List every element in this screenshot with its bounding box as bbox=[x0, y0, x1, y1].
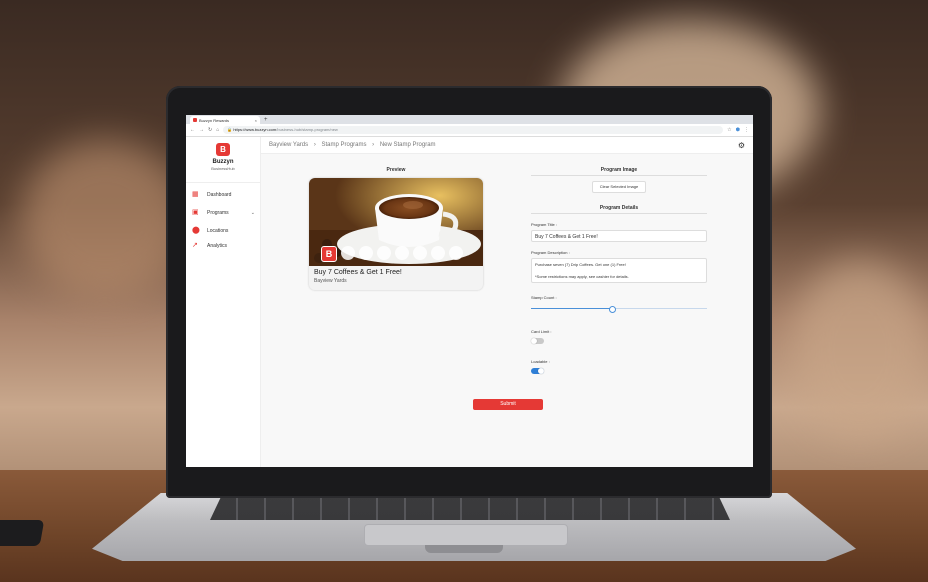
stamp-logo-icon: B bbox=[321, 246, 337, 262]
background-blur bbox=[790, 260, 928, 440]
toggle-knob bbox=[531, 338, 537, 344]
breadcrumb-bayview-yards[interactable]: Bayview Yards bbox=[269, 142, 308, 148]
stamp-slot bbox=[449, 246, 463, 260]
slider-thumb[interactable] bbox=[608, 306, 616, 313]
description-line: Purchase seven (7) Drip Coffees. Get one… bbox=[535, 262, 626, 267]
app: B Buzzyn BusinessHub ▦ Dashboard ▣ Progr… bbox=[186, 137, 753, 467]
loadable-label: Loadable : bbox=[531, 359, 550, 364]
back-icon[interactable]: ← bbox=[190, 127, 195, 133]
sidebar-item-analytics[interactable]: ↗ Analytics bbox=[186, 238, 260, 253]
keyboard bbox=[210, 498, 730, 520]
stamp-slot bbox=[341, 246, 355, 260]
bookmark-star-icon[interactable]: ☆ bbox=[727, 127, 731, 133]
divider bbox=[531, 213, 707, 214]
favicon-icon bbox=[193, 118, 197, 122]
slider-fill bbox=[531, 308, 612, 309]
url-host: https://www.buzzyn.com bbox=[233, 127, 277, 132]
extension-icon[interactable]: ⬢ bbox=[736, 127, 740, 133]
preview-section: Preview B Buy 7 Coffees & Get 1 Free! Ba… bbox=[309, 167, 483, 290]
sidebar-item-label: Locations bbox=[207, 227, 229, 234]
gear-icon[interactable]: ⚙ bbox=[738, 141, 745, 150]
program-title-input[interactable]: Buy 7 Coffees & Get 1 Free! bbox=[531, 230, 707, 242]
brand-name: Buzzyn bbox=[212, 159, 234, 165]
url-input[interactable]: 🔒 https://www.buzzyn.com/business-hub/st… bbox=[223, 126, 724, 134]
sidebar-item-locations[interactable]: ⬤ Locations bbox=[186, 223, 260, 238]
breadcrumb-new-stamp-program: New Stamp Program bbox=[379, 142, 436, 148]
program-description-input[interactable]: Purchase seven (7) Drip Coffees. Get one… bbox=[531, 258, 707, 283]
trackpad bbox=[364, 524, 568, 546]
divider bbox=[531, 175, 707, 176]
phone bbox=[0, 520, 45, 546]
card-limit-label: Card Limit : bbox=[531, 329, 552, 334]
stamp-slot bbox=[395, 246, 409, 260]
dashboard-icon: ▦ bbox=[192, 191, 199, 198]
sidebar-item-label: Dashboard bbox=[207, 191, 232, 198]
logo-icon: B bbox=[216, 143, 230, 156]
chevron-down-icon[interactable]: ⌄ bbox=[251, 210, 255, 216]
stamp-row: B bbox=[321, 246, 463, 262]
program-image-heading: Program Image bbox=[600, 167, 638, 173]
browser-menu-icon[interactable]: ⋮ bbox=[744, 127, 749, 133]
topbar: Bayview Yards › Stamp Programs › New Sta… bbox=[261, 137, 753, 154]
laptop-notch bbox=[425, 545, 503, 553]
new-tab-button[interactable]: + bbox=[264, 116, 268, 124]
program-details-heading: Program Details bbox=[599, 205, 639, 211]
stamp-slot bbox=[377, 246, 391, 260]
stamp-count-label: Stamp Count : bbox=[531, 295, 557, 300]
brand-subtitle: BusinessHub bbox=[211, 166, 235, 171]
preview-heading: Preview bbox=[386, 167, 406, 173]
stamp-count-slider[interactable] bbox=[531, 306, 707, 313]
tab-title: Buzzyn Rewards bbox=[199, 117, 230, 123]
card-info: Buy 7 Coffees & Get 1 Free! Bayview Yard… bbox=[309, 266, 483, 290]
browser-tabbar: Buzzyn Rewards × + bbox=[186, 115, 753, 124]
home-icon[interactable]: ⌂ bbox=[216, 127, 219, 133]
brand: B Buzzyn BusinessHub bbox=[186, 137, 260, 183]
analytics-chart-icon: ↗ bbox=[192, 242, 198, 249]
close-tab-icon[interactable]: × bbox=[255, 118, 257, 123]
reload-icon[interactable]: ↻ bbox=[208, 127, 212, 133]
stamp-card-preview: B Buy 7 Coffees & Get 1 Free! Bayview Ya… bbox=[309, 178, 483, 290]
submit-button[interactable]: Submit bbox=[473, 399, 543, 410]
location-pin-icon: ⬤ bbox=[192, 227, 200, 234]
stamp-slot bbox=[413, 246, 427, 260]
sidebar-item-dashboard[interactable]: ▦ Dashboard bbox=[186, 187, 260, 202]
loadable-toggle[interactable] bbox=[531, 368, 544, 374]
breadcrumb-separator: › bbox=[313, 142, 316, 148]
sidebar-item-label: Analytics bbox=[207, 242, 228, 249]
card-limit-toggle[interactable] bbox=[531, 338, 544, 344]
description-line: *Some restrictions may apply, see cashie… bbox=[535, 274, 629, 279]
breadcrumb: Bayview Yards › Stamp Programs › New Sta… bbox=[269, 142, 738, 148]
program-title-label: Program Title : bbox=[531, 222, 558, 227]
laptop-screen: Buzzyn Rewards × + ← → ↻ ⌂ 🔒 https://www… bbox=[186, 115, 753, 467]
card-title: Buy 7 Coffees & Get 1 Free! bbox=[314, 269, 402, 276]
sidebar-item-label: Programs bbox=[207, 209, 229, 216]
programs-icon: ▣ bbox=[192, 209, 199, 216]
background-blur bbox=[20, 140, 190, 300]
forward-icon[interactable]: → bbox=[199, 127, 204, 133]
address-bar: ← → ↻ ⌂ 🔒 https://www.buzzyn.com/busines… bbox=[186, 124, 753, 137]
program-description-label: Program Description : bbox=[531, 250, 570, 255]
main-content: Bayview Yards › Stamp Programs › New Sta… bbox=[261, 137, 753, 467]
breadcrumb-separator: › bbox=[372, 142, 375, 148]
clear-image-button[interactable]: Clear Selected Image bbox=[592, 181, 646, 193]
program-form: Program Image Clear Selected Image Progr… bbox=[531, 167, 707, 374]
browser-tab[interactable]: Buzzyn Rewards × bbox=[190, 116, 260, 124]
breadcrumb-stamp-programs[interactable]: Stamp Programs bbox=[321, 142, 366, 148]
card-location: Bayview Yards bbox=[314, 278, 347, 284]
stamp-slot bbox=[359, 246, 373, 260]
sidebar: B Buzzyn BusinessHub ▦ Dashboard ▣ Progr… bbox=[186, 137, 261, 467]
url-path: /business-hub/stamp-program/new bbox=[276, 127, 338, 132]
stamp-slot bbox=[431, 246, 445, 260]
toggle-knob bbox=[538, 368, 544, 374]
sidebar-item-programs[interactable]: ▣ Programs ⌄ bbox=[186, 205, 260, 220]
